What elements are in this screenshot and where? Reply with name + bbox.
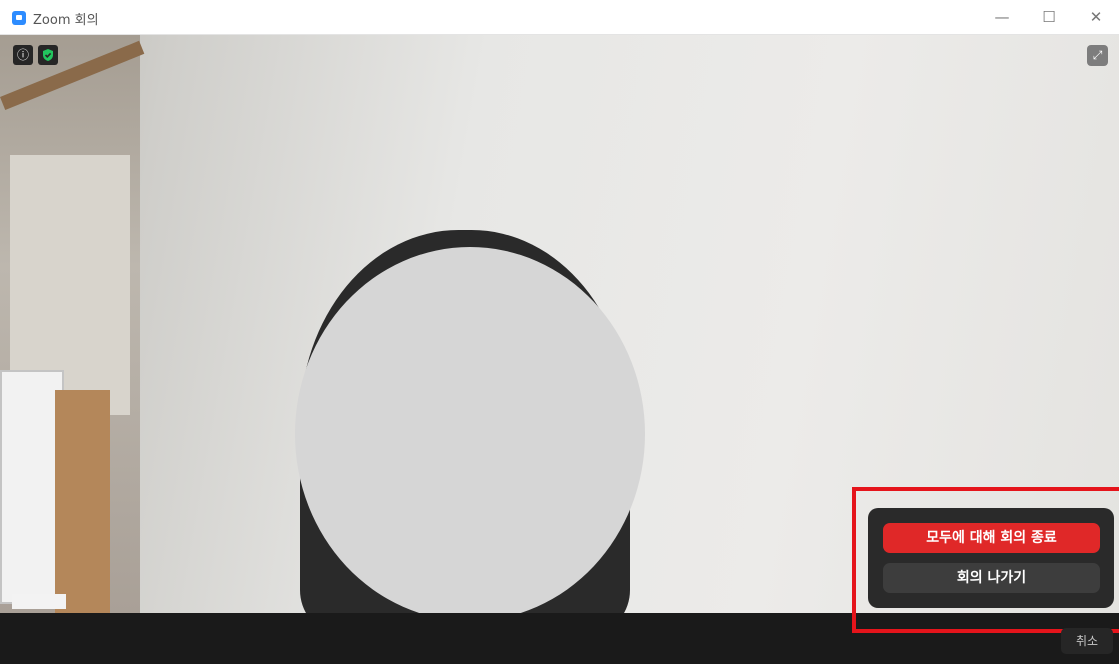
face-blur-overlay [295,247,645,613]
window-title: Zoom 회의 [33,13,99,28]
shield-check-icon[interactable] [38,45,58,65]
meeting-info-icon[interactable]: ⓘ [13,45,33,65]
participant-name-label [12,594,66,609]
minimize-button[interactable]: — [979,0,1025,35]
background-door [55,390,110,613]
fullscreen-icon[interactable]: ⤢ [1087,45,1108,66]
highlight-annotation [852,487,1119,633]
close-button[interactable]: ✕ [1073,0,1119,35]
window-title-bar: Zoom 회의 — ☐ ✕ [0,0,1119,35]
cancel-button[interactable]: 취소 [1061,628,1113,654]
zoom-logo-icon [12,11,26,25]
maximize-button[interactable]: ☐ [1026,0,1072,35]
